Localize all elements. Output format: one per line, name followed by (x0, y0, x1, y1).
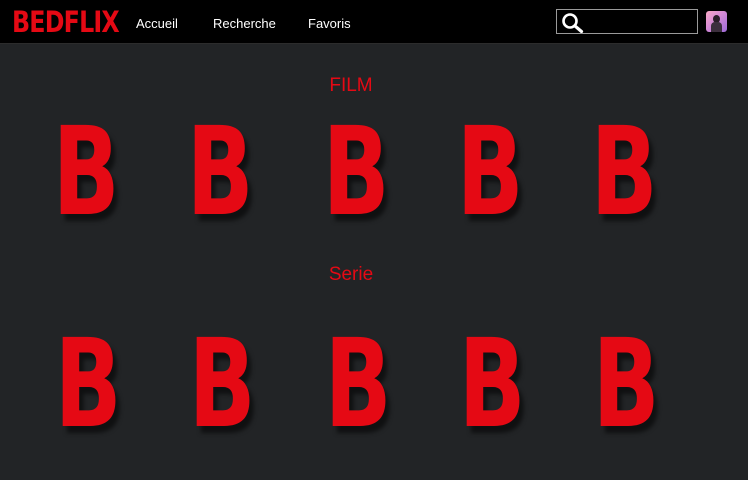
film-poster-3[interactable]: B (310, 101, 400, 243)
serie-poster-5[interactable]: B (580, 313, 670, 455)
section-title-serie: Serie (328, 264, 374, 285)
avatar-body-shape (711, 22, 722, 32)
poster-logo: B (188, 313, 256, 455)
poster-logo: B (592, 313, 660, 455)
top-navigation-bar: BEDFLIX Accueil Recherche Favoris (0, 0, 748, 44)
search-icon[interactable] (561, 12, 585, 34)
section-title-film: FILM (329, 75, 373, 96)
search-box[interactable] (556, 9, 698, 34)
film-poster-4[interactable]: B (444, 101, 534, 243)
serie-poster-1[interactable]: B (42, 313, 132, 455)
film-poster-5[interactable]: B (578, 101, 668, 243)
poster-logo: B (590, 101, 658, 243)
poster-logo: B (52, 101, 120, 243)
nav-link-recherche[interactable]: Recherche (213, 15, 276, 33)
poster-logo: B (322, 101, 390, 243)
nav-link-favoris[interactable]: Favoris (308, 15, 351, 33)
serie-poster-3[interactable]: B (312, 313, 402, 455)
film-poster-2[interactable]: B (174, 101, 264, 243)
poster-logo: B (456, 101, 524, 243)
poster-logo: B (54, 313, 122, 455)
poster-logo: B (458, 313, 526, 455)
nav-link-accueil[interactable]: Accueil (136, 15, 178, 33)
bedflix-logo[interactable]: BEDFLIX (12, 4, 120, 40)
serie-poster-2[interactable]: B (176, 313, 266, 455)
film-poster-1[interactable]: B (40, 101, 130, 243)
poster-logo: B (186, 101, 254, 243)
user-avatar[interactable] (706, 11, 727, 32)
serie-poster-4[interactable]: B (446, 313, 536, 455)
poster-logo: B (324, 313, 392, 455)
search-input[interactable] (587, 12, 693, 31)
